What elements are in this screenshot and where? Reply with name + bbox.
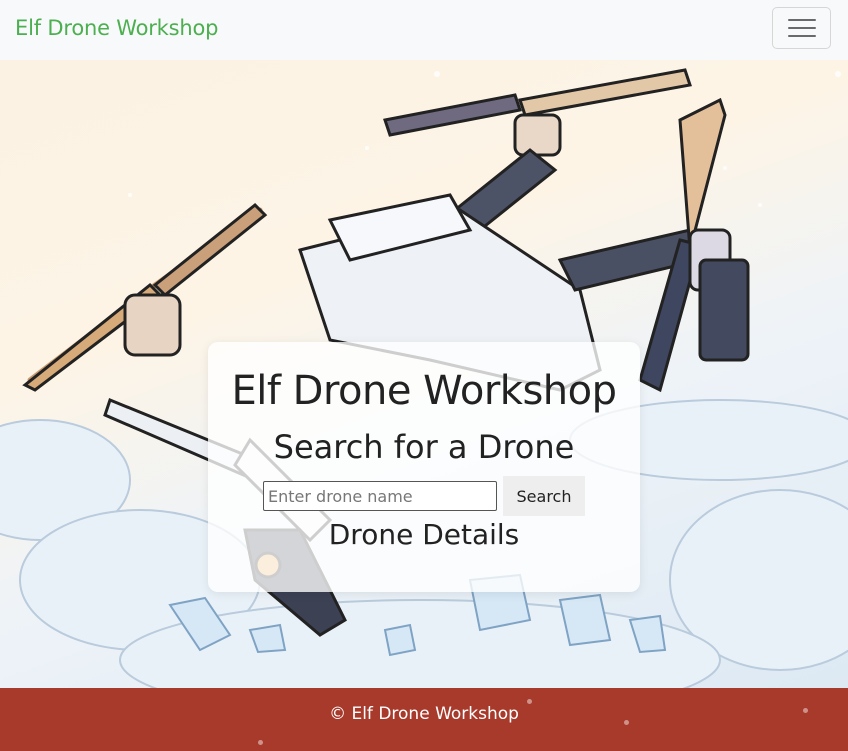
search-card: Elf Drone Workshop Search for a Drone Se… bbox=[208, 342, 640, 592]
footer-copyright: © Elf Drone Workshop bbox=[329, 704, 519, 724]
decorative-dot bbox=[527, 699, 532, 704]
decorative-dot bbox=[803, 708, 808, 713]
navbar: Elf Drone Workshop bbox=[0, 0, 848, 60]
drone-details-heading: Drone Details bbox=[328, 518, 520, 551]
search-button[interactable]: Search bbox=[503, 476, 585, 516]
hero-section: Elf Drone Workshop Search for a Drone Se… bbox=[0, 60, 848, 688]
hamburger-line bbox=[787, 27, 816, 29]
hamburger-line bbox=[787, 35, 816, 37]
navbar-brand[interactable]: Elf Drone Workshop bbox=[15, 16, 218, 40]
navbar-toggler-button[interactable] bbox=[772, 7, 831, 49]
footer: © Elf Drone Workshop bbox=[0, 688, 848, 751]
page-title: Elf Drone Workshop bbox=[231, 368, 617, 414]
decorative-dot bbox=[624, 720, 629, 725]
hamburger-menu-icon bbox=[787, 19, 816, 21]
drone-search-input[interactable] bbox=[263, 481, 497, 511]
search-heading: Search for a Drone bbox=[273, 428, 575, 466]
decorative-dot bbox=[258, 740, 263, 745]
